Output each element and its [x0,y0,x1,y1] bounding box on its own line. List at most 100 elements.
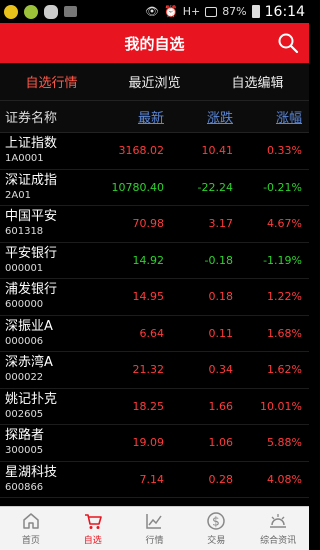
table-row[interactable]: 上证指数 1A0001 3168.02 10.41 0.33% [0,133,309,170]
price-change: -0.18 [204,253,233,267]
image-icon [64,6,77,17]
price-change: 1.66 [208,399,234,413]
latest-price: 6.64 [139,326,165,340]
battery-icon [251,5,260,18]
change-percent: -1.19% [263,253,302,267]
stock-code: 300005 [5,445,44,457]
stock-name: 深振业A [5,318,53,334]
search-icon[interactable] [277,32,299,54]
eye-icon: 👁 [145,5,159,18]
nav-market-label: 行情 [145,536,164,546]
table-row[interactable]: 浦发银行 600000 14.95 0.18 1.22% [0,279,309,316]
change-percent: 5.88% [267,436,302,450]
latest-price: 18.25 [132,399,165,413]
dollar-coin-icon: $ [207,512,226,530]
price-change: 10.41 [201,144,234,158]
tab-watchlist-edit[interactable]: 自选编辑 [206,72,309,91]
nav-home[interactable]: 首页 [0,507,62,550]
table-row[interactable]: 中国平安 601318 70.98 3.17 4.67% [0,206,309,243]
sort-change-button[interactable]: 涨跌 [169,107,238,126]
nav-watchlist[interactable]: 自选 [62,507,124,550]
table-row[interactable]: 探路者 300005 19.09 1.06 5.88% [0,425,309,462]
alarm-icon: ⏰ [163,5,178,18]
tab-recent-browse[interactable]: 最近浏览 [103,72,206,91]
name-cell: 中国平安 601318 [0,209,100,238]
price-change: 0.11 [208,326,234,340]
name-cell: 平安银行 000001 [0,246,100,275]
nav-news-label: 综合资讯 [260,536,297,546]
stock-code: 000022 [5,372,44,384]
latest-price: 19.09 [132,436,165,450]
change-percent: 1.62% [267,363,302,377]
stock-name: 浦发银行 [5,282,58,298]
signal-icon [205,6,218,17]
latest-price: 70.98 [132,217,165,231]
price-change: 0.18 [208,290,234,304]
nav-news[interactable]: 综合资讯 [247,507,309,550]
stock-code: 600000 [5,299,44,311]
news-sun-icon [270,514,287,528]
latest-price: 21.32 [132,363,165,377]
table-row[interactable]: 深赤湾A 000022 21.32 0.34 1.62% [0,352,309,389]
table-row[interactable]: 深证成指 2A01 10780.40 -22.24 -0.21% [0,170,309,206]
name-cell: 深证成指 2A01 [0,173,100,202]
stock-list: 上证指数 1A0001 3168.02 10.41 0.33% 深证成指 2A0… [0,133,309,498]
network-type: H+ [182,5,201,18]
nav-market[interactable]: 行情 [124,507,186,550]
cart-icon [84,514,102,529]
change-percent: 4.67% [267,217,302,231]
stock-name: 探路者 [5,428,45,444]
nav-home-label: 首页 [21,536,40,546]
name-cell: 浦发银行 600000 [0,282,100,311]
bottom-nav: 首页 自选 行情 $ 交易 综合资讯 [0,506,309,550]
name-cell: 星湖科技 600866 [0,465,100,494]
clock: 16:14 [264,3,305,20]
latest-price: 14.92 [132,253,165,267]
table-row[interactable]: 平安银行 000001 14.92 -0.18 -1.19% [0,243,309,279]
nav-trade[interactable]: $ 交易 [185,507,247,550]
stock-code: 1A0001 [5,153,44,165]
stock-name: 星湖科技 [5,464,58,480]
trend-chart-icon [146,514,163,529]
wechat-icon [44,4,58,19]
change-percent: 1.68% [267,326,302,340]
name-cell: 深振业A 000006 [0,319,100,348]
header-security-name: 证券名称 [5,111,58,126]
status-bar: 👁 ⏰ H+ 87% 16:14 [0,0,309,23]
home-icon [23,513,39,529]
stock-name: 姚记扑克 [5,391,58,407]
svg-text:$: $ [212,515,220,529]
stock-name: 中国平安 [5,209,58,225]
column-header: 证券名称 最新 涨跌 涨幅 [0,101,309,133]
stock-code: 600866 [5,481,44,493]
change-percent: 0.33% [267,144,302,158]
sort-change-pct-button[interactable]: 涨幅 [238,107,307,126]
sort-latest-button[interactable]: 最新 [100,107,169,126]
table-row[interactable]: 姚记扑克 002605 18.25 1.66 10.01% [0,389,309,425]
nav-trade-label: 交易 [207,536,226,546]
name-cell: 探路者 300005 [0,428,100,457]
price-change: 0.28 [208,472,234,486]
latest-price: 10780.40 [111,180,165,194]
stock-name: 上证指数 [5,136,58,152]
price-change: -22.24 [197,180,233,194]
page-title: 我的自选 [124,34,185,53]
table-row[interactable]: 深振业A 000006 6.64 0.11 1.68% [0,316,309,352]
battery-percent: 87% [222,5,247,18]
warning-icon [4,4,18,19]
tab-bar: 自选行情 最近浏览 自选编辑 [0,63,309,101]
latest-price: 3168.02 [118,144,165,158]
stock-code: 2A01 [5,189,31,201]
latest-price: 14.95 [132,290,165,304]
latest-price: 7.14 [139,472,165,486]
stock-code: 002605 [5,408,44,420]
ball-icon [24,4,38,19]
table-row[interactable]: 星湖科技 600866 7.14 0.28 4.08% [0,462,309,498]
name-cell: 上证指数 1A0001 [0,136,100,165]
change-percent: -0.21% [263,180,302,194]
name-cell: 深赤湾A 000022 [0,355,100,384]
stock-code: 000006 [5,335,44,347]
stock-name: 深赤湾A [5,355,53,371]
tab-watchlist-quotes[interactable]: 自选行情 [0,72,103,91]
stock-name: 平安银行 [5,245,58,261]
